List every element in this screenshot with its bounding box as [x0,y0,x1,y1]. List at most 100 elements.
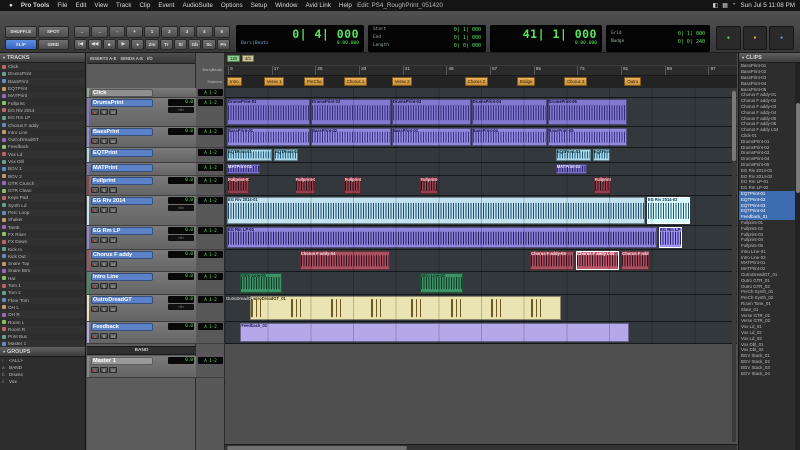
zoom-button-0[interactable]: ← [74,26,90,38]
lane-eg-riv-2014[interactable]: EG Riv 2014-01EG Riv 2014-02 [225,196,737,226]
track-list-item-fx-down[interactable]: FX Down [0,238,85,245]
mode-shuffle-button[interactable]: SHUFFLE [5,26,37,38]
group-item-band[interactable]: aBAND [0,364,85,371]
group-bar-band[interactable]: BAND [87,346,196,355]
meter-chip[interactable]: 4/4 [242,55,254,62]
track-list-item-click[interactable]: Click [0,63,85,70]
clip-bassprint-01[interactable]: BassPrint-01 [227,128,310,146]
pan-readout[interactable]: <0> [168,205,194,211]
mute-button[interactable]: M [109,237,117,243]
track-row-eg-riv-2014[interactable]: EG Riv 2014●SM0.0<0> [87,196,196,226]
clip-eg-riv-2014-02[interactable]: EG Riv 2014-02 [647,197,690,224]
mute-button[interactable]: M [109,367,117,373]
clip-bassprint-03[interactable]: BassPrint-03 [392,128,471,146]
track-name-eg-rm-lp[interactable]: EG Rm LP [91,227,153,235]
group-item-all[interactable]: !<ALL> [0,357,85,364]
output-path-eg-riv-2014[interactable]: A 1-2 [198,197,223,204]
selection-panel[interactable]: Start0| 1| 000End0| 1| 000Length0| 0| 00… [368,25,486,52]
mute-button[interactable]: M [109,138,117,144]
track-list-item-chorus-f-addy[interactable]: Chorus F addy [0,121,85,128]
output-path-feedback[interactable]: A 1-2 [198,323,223,330]
menu-event[interactable]: Event [154,2,178,9]
menu-options[interactable]: Options [217,2,247,9]
bars-ruler[interactable]: 91725334149576573818997 [225,65,737,76]
marker-verse-2[interactable]: Verse 2 [392,77,413,86]
volume-readout[interactable]: 0.0 [168,273,194,280]
track-list-item-fullprint[interactable]: Fullprint [0,99,85,106]
track-name-fullprint[interactable]: Fullprint [91,177,153,185]
track-list-item-bassprint[interactable]: BassPrint [0,78,85,85]
clip-chorus-f-addy-06[interactable]: Chorus F addy-06 [621,251,649,270]
output-path-matprint[interactable]: A 1-2 [198,164,223,171]
track-row-eqtprint[interactable]: EQTPrint [87,148,196,163]
menu-audiosuite[interactable]: AudioSuite [178,2,216,9]
lane-eg-rm-lp[interactable]: EG Rm LP-01EG Rm LP-02 [225,226,737,250]
clip-fullprint-05[interactable]: Fullprint-05 [594,177,611,194]
menubar-status-icon-2[interactable]: ◔ [732,2,736,9]
pan-readout[interactable]: <0> [168,235,194,241]
output-path-chorus-f-addy[interactable]: A 1-2 [198,251,223,258]
zoom-button-7[interactable]: 4 [196,26,212,38]
menu-avid-link[interactable]: Avid Link [301,2,334,9]
marker-chorus-2[interactable]: Chorus 2 [465,77,488,86]
track-row-master-1[interactable]: Master 1●SM0.0 [87,356,196,378]
track-list-item-room-l[interactable]: Room L [0,318,85,325]
transport-button-2[interactable]: ■ [103,39,116,51]
track-list-item-kick-in[interactable]: Kick In [0,245,85,252]
menu-window[interactable]: Window [271,2,301,9]
clip-drumsprint-04[interactable]: DrumsPrint-04 [472,99,547,125]
track-name-bassprint[interactable]: BassPrint [91,128,153,136]
menu-edit[interactable]: Edit [72,2,91,9]
volume-readout[interactable]: 0.0 [168,128,194,135]
record-enable-button[interactable]: ● [91,237,99,243]
track-row-click[interactable]: Click [87,88,196,98]
scrollbar-thumb[interactable] [227,446,407,450]
record-enable-button[interactable]: ● [91,138,99,144]
lane-bassprint[interactable]: BassPrint-01BassPrint-02BassPrint-03Bass… [225,127,737,148]
output-path-click[interactable]: A 1-2 [198,89,223,96]
track-list-item-tom-1[interactable]: Tom 1 [0,282,85,289]
tracks-panel-header[interactable]: ▾ TRACKS [0,53,85,63]
scrollbar-thumb[interactable] [732,91,736,161]
markers-ruler[interactable]: IntroVerse 1PreChoChorus 1Verse 2Chorus … [225,76,737,88]
track-row-drumsprint[interactable]: DrumsPrint●SM0.0<0> [87,98,196,127]
lane-fullprint[interactable]: Fullprint-01Fullprint-02Fullprint-03Full… [225,176,737,196]
track-list-item-snare-top[interactable]: Snare Top [0,260,85,267]
transport-button-4[interactable]: ● [131,39,144,51]
zoom-button-5[interactable]: 2 [161,26,177,38]
transport-button-1[interactable]: ◀◀ [88,39,101,51]
track-row-outrodreadgt[interactable]: OutroDreadGT●SM0.0<0> [87,295,196,322]
track-list-item-floor-tom[interactable]: Floor Tom [0,297,85,304]
marker-intro[interactable]: Intro [227,77,242,86]
track-list-item-master-1[interactable]: Master 1 [0,340,85,347]
lane-click[interactable] [225,88,737,98]
volume-readout[interactable]: 0.0 [168,177,194,184]
marker-verse-1[interactable]: Verse 1 [264,77,285,86]
track-list-item-drumsprint[interactable]: DrumsPrint [0,70,85,77]
output-path-eg-rm-lp[interactable]: A 1-2 [198,227,223,234]
menu-track[interactable]: Track [112,2,136,9]
solo-button[interactable]: S [100,261,108,267]
lane-chorus-f-addy[interactable]: Chorus F addy-04Chorus F addy-05Chorus F… [225,250,737,272]
menu-clip[interactable]: Clip [135,2,154,9]
mute-button[interactable]: M [109,109,117,115]
tool-sc-button[interactable]: Sc [202,39,215,51]
clip-drumsprint-01[interactable]: DrumsPrint-01 [227,99,310,125]
track-list-item-vox-ld[interactable]: Vox Ld [0,151,85,158]
solo-button[interactable]: S [100,283,108,289]
mute-button[interactable]: M [109,283,117,289]
track-name-click[interactable]: Click [91,89,153,97]
clip-list-item-bgv-stack-04[interactable]: BGV Stack_04 [739,370,795,376]
toolbar-indicator-0[interactable]: ● [716,26,741,50]
menu-setup[interactable]: Setup [247,2,271,9]
track-list-item-eg-rm-lp[interactable]: EG Rm LP [0,114,85,121]
pan-readout[interactable]: <0> [168,304,194,310]
track-row-eg-rm-lp[interactable]: EG Rm LP●SM0.0<0> [87,226,196,250]
lane-matprint[interactable]: MATPrint-01MATPrint-02 [225,163,737,176]
volume-readout[interactable]: 0.0 [168,296,194,303]
track-list-item-keys-pad[interactable]: Keys Pad [0,194,85,201]
track-list-item-room-r[interactable]: Room R [0,326,85,333]
zoom-button-1[interactable]: → [91,26,107,38]
output-path-outrodreadgt[interactable]: A 1-2 [198,296,223,303]
timeline-ruler[interactable]: 1204/4 91725334149576573818997 IntroVers… [225,53,737,88]
